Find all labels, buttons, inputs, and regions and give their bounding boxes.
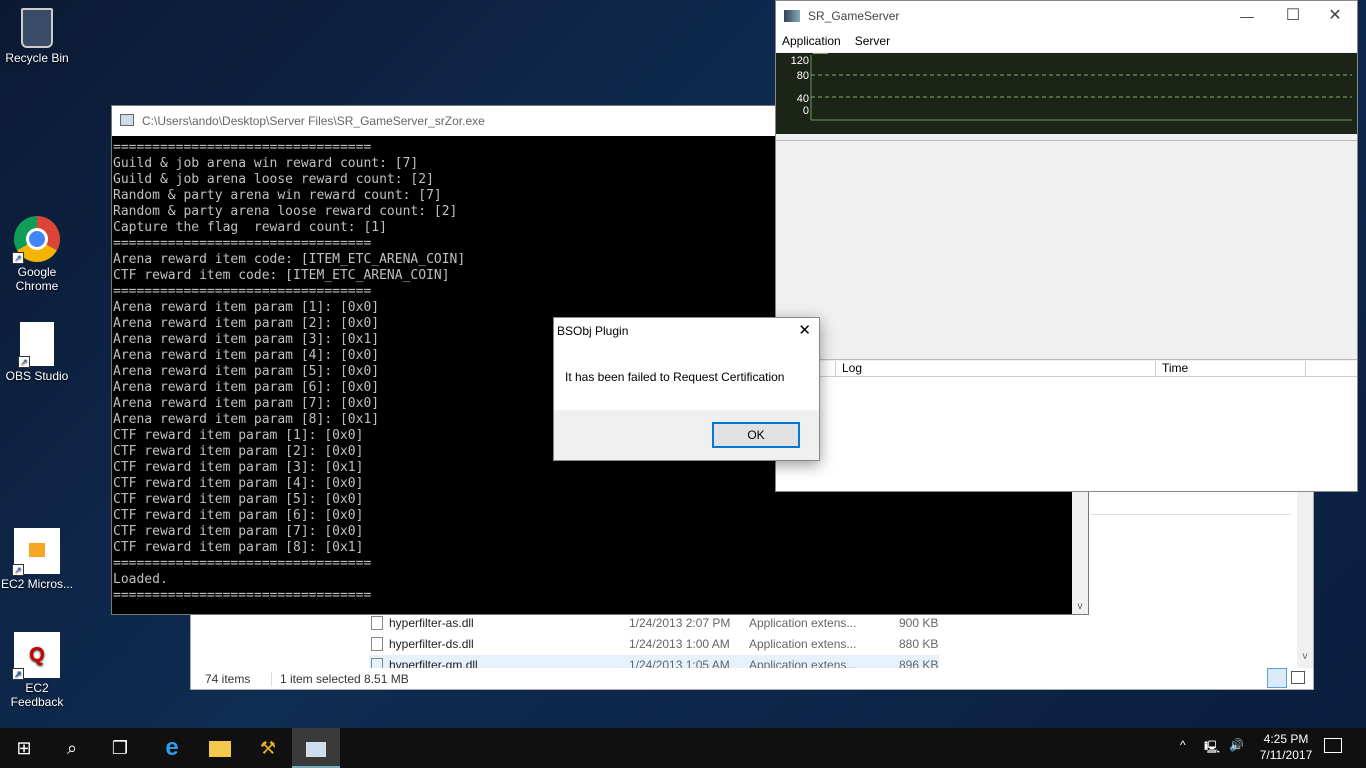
taskbar-tools[interactable]: ⚒	[244, 728, 292, 768]
dialog-footer: OK	[554, 410, 819, 460]
selection-info: 1 item selected 8.51 MB	[271, 672, 409, 686]
chrome-icon: ↗	[12, 216, 60, 264]
taskbar-file-explorer[interactable]	[196, 728, 244, 768]
show-hidden-icons[interactable]: ^	[1180, 738, 1186, 752]
maximize-button[interactable]: ☐	[1270, 1, 1316, 31]
status-panel	[776, 140, 1357, 360]
taskbar: ⊞ ⌕ ❐ e ⚒ ^ 🖳 🔊 4:25 PM 7/11/2017	[0, 728, 1366, 768]
menu-bar: Application Server	[776, 31, 1357, 52]
desktop-icon-obs[interactable]: ↗ OBS Studio	[0, 322, 74, 383]
tick-40: 40	[797, 93, 809, 105]
notifications-icon[interactable]	[1324, 738, 1342, 753]
taskbar-ie[interactable]: e	[148, 728, 196, 768]
dialog-title-bar[interactable]: BSObj Plugin ✕	[554, 318, 819, 344]
log-list[interactable]: Log Time	[776, 361, 1357, 491]
scrollbar[interactable]: v	[1297, 491, 1313, 668]
folder-icon	[209, 741, 231, 758]
console-line: CTF reward item param [6]: [0x0]	[113, 508, 364, 523]
internet-explorer-icon: e	[165, 734, 179, 761]
console-line: =================================	[113, 556, 372, 571]
console-app-icon	[120, 114, 134, 126]
bsobj-plugin-dialog[interactable]: BSObj Plugin ✕ It has been failed to Requ…	[553, 317, 820, 461]
minimize-button[interactable]: —	[1224, 1, 1270, 31]
task-view-button[interactable]: ❐	[96, 728, 144, 768]
file-row-selected[interactable]: hyperfilter-gm.dll 1/24/2013 1:05 AM Appli…	[369, 655, 939, 668]
taskbar-console[interactable]	[292, 728, 340, 768]
menu-application[interactable]: Application	[782, 34, 841, 48]
search-button[interactable]: ⌕	[48, 728, 96, 768]
ok-button[interactable]: OK	[712, 422, 800, 448]
tick-120: 120	[791, 55, 809, 67]
volume-icon[interactable]: 🔊	[1229, 738, 1244, 752]
console-line: Loaded.	[113, 572, 168, 587]
tick-0: 0	[803, 105, 809, 117]
windows-icon: ⊞	[16, 738, 32, 758]
item-count: 74 items	[205, 672, 251, 686]
file-row[interactable]: hyperfilter-ds.dll 1/24/2013 1:00 AM Appli…	[369, 634, 939, 654]
console-line: =================================	[113, 588, 372, 603]
dll-file-icon	[371, 616, 383, 630]
menu-server[interactable]: Server	[855, 34, 890, 48]
load-chart: 120 80 40 0	[776, 52, 1357, 134]
task-view-icon: ❐	[111, 738, 129, 758]
gameserver-app-icon	[784, 10, 800, 22]
dll-file-icon	[371, 637, 383, 651]
close-button[interactable]: ✕	[1312, 1, 1358, 31]
desktop-icon-ec2-feedback[interactable]: Q ↗ EC2 Feedback	[0, 632, 74, 709]
clock[interactable]: 4:25 PM 7/11/2017	[1250, 731, 1322, 763]
gameserver-window[interactable]: SR_GameServer — ☐ ✕ Application Server 12…	[775, 0, 1358, 492]
dialog-close-button[interactable]: ✕	[798, 318, 811, 344]
col-header-time[interactable]: Time	[1156, 361, 1306, 377]
large-icons-view-button[interactable]	[1291, 671, 1305, 684]
console-line: CTF reward item param [5]: [0x0]	[113, 492, 364, 507]
file-icon: ↗	[18, 322, 54, 368]
desktop-icon-chrome[interactable]: ↗ Google Chrome	[0, 216, 74, 293]
desktop-icon-recycle-bin[interactable]: Recycle Bin	[0, 8, 74, 65]
console-icon	[306, 741, 326, 757]
file-row[interactable]: hyperfilter-as.dll 1/24/2013 2:07 PM Appli…	[369, 613, 939, 633]
tools-icon: ⚒	[259, 738, 277, 758]
console-line: CTF reward item param [7]: [0x0]	[113, 524, 364, 539]
gameserver-title-bar[interactable]: SR_GameServer — ☐ ✕	[776, 1, 1357, 31]
search-icon: ⌕	[66, 738, 78, 758]
col-header-log[interactable]: Log	[836, 361, 1156, 377]
start-button[interactable]: ⊞	[0, 728, 48, 768]
desktop-icon-ec2-micros[interactable]: ↗ EC2 Micros...	[0, 528, 74, 591]
console-line: CTF reward item param [8]: [0x1]	[113, 540, 364, 555]
tick-80: 80	[797, 70, 809, 82]
feedback-icon: Q ↗	[12, 632, 60, 680]
details-view-button[interactable]	[1267, 668, 1287, 688]
dll-file-icon	[371, 658, 383, 668]
recycle-bin-icon	[21, 8, 53, 48]
dialog-message: It has been failed to Request Certificat…	[565, 370, 785, 384]
network-icon[interactable]: 🖳	[1204, 738, 1220, 759]
ec2-icon: ↗	[12, 528, 60, 576]
